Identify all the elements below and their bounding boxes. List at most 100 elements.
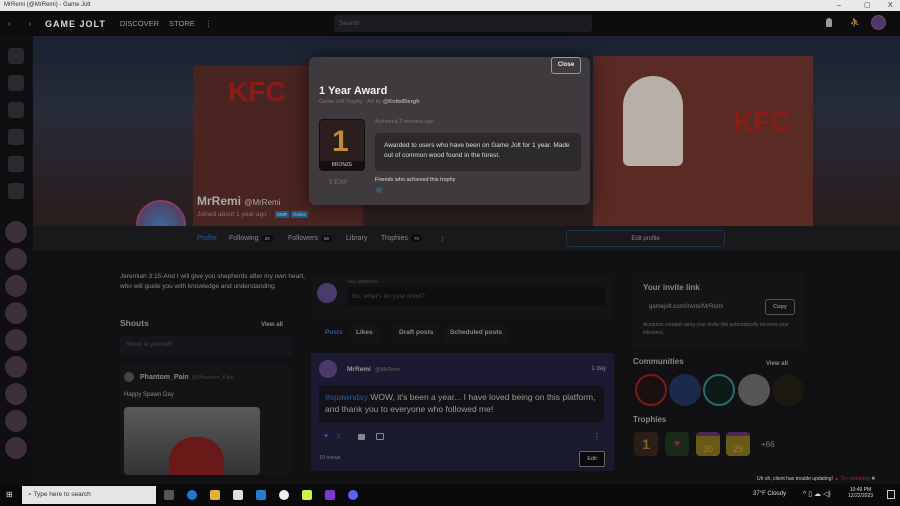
shout-author[interactable]: Phantom_Pain (140, 374, 189, 381)
invite-link-field[interactable]: gamejolt.com/invite/MrRemi (649, 304, 723, 310)
composer-avatar (317, 283, 337, 303)
gamejolt-logo[interactable]: GAME JOLT (45, 19, 106, 29)
tab-scheduled-posts[interactable]: Scheduled posts (444, 324, 509, 343)
trophy-thumb[interactable]: 1 (634, 432, 658, 456)
tab-trophies[interactable]: Trophies 70 (381, 235, 422, 242)
toast-close[interactable]: ✕ (871, 476, 875, 482)
sticker-icon[interactable] (376, 433, 384, 440)
edge-icon[interactable] (187, 490, 197, 500)
community-item[interactable] (5, 275, 27, 297)
close-modal-button[interactable]: Close (551, 57, 581, 74)
update-toast: Uh oh, client has trouble updating! ▲ Tr… (757, 476, 875, 482)
minimize-button[interactable]: – (837, 0, 841, 11)
tab-following[interactable]: Following 29 (229, 235, 273, 242)
shout-image (124, 407, 260, 475)
system-tray-icons[interactable]: ^ ▯ ☁ ◁) (803, 490, 831, 498)
community-item[interactable] (5, 437, 27, 459)
community-avatar[interactable] (635, 374, 667, 406)
post-age: 1 day (591, 366, 606, 372)
shout-input[interactable]: Shout at yourself! (120, 335, 292, 357)
tab-followers[interactable]: Followers 58 (288, 235, 332, 242)
nav-store[interactable]: STORE (169, 19, 195, 28)
stats-icon[interactable] (8, 183, 24, 199)
trophy-thumb[interactable]: 30 (696, 432, 720, 456)
community-item[interactable] (5, 356, 27, 378)
community-item[interactable] (5, 383, 27, 405)
post-author[interactable]: MrRemi (347, 366, 371, 373)
tab-profile[interactable]: Profile (197, 235, 217, 242)
art-by-label: Art by (367, 99, 382, 105)
community-item[interactable] (5, 410, 27, 432)
tab-posts[interactable]: Posts (319, 324, 349, 343)
community-item[interactable] (5, 302, 27, 324)
edit-post-button[interactable]: Edit (579, 451, 605, 467)
community-avatar[interactable] (772, 374, 804, 406)
edit-profile-button[interactable]: Edit profile (566, 230, 725, 247)
post-text: #spawnday WOW, it's been a year... I hav… (319, 385, 604, 423)
shop-icon[interactable] (8, 129, 24, 145)
clock[interactable]: 10:49 PM 12/22/2023 (848, 487, 873, 499)
trophy-tier: BRONZE (320, 161, 364, 170)
activity-icon[interactable] (8, 75, 24, 91)
nav-more[interactable]: ⋮ (205, 19, 213, 28)
invite-note: Accounts created using your invite link … (643, 322, 789, 336)
chat-icon[interactable] (8, 156, 24, 172)
search-input[interactable]: Search (334, 15, 592, 32)
invite-title: Your invite link (643, 283, 700, 292)
windows-start-icon[interactable]: ⊞ (6, 490, 13, 499)
shout-avatar[interactable] (124, 372, 134, 382)
tab-likes[interactable]: Likes (350, 324, 379, 343)
top-nav: ‹ › GAME JOLT DISCOVER STORE ⋮ Search ⛹ (0, 11, 900, 36)
discord-icon[interactable] (348, 490, 358, 500)
home-icon[interactable] (8, 48, 24, 64)
bell-icon[interactable] (826, 18, 832, 27)
task-view-icon[interactable] (164, 490, 174, 500)
taskbar-search[interactable]: ⌕ Type here to search (22, 486, 156, 504)
community-avatar[interactable] (738, 374, 770, 406)
app-icon[interactable] (325, 490, 335, 500)
community-avatar[interactable] (703, 374, 735, 406)
post-more-icon[interactable]: ⋮ (593, 432, 601, 441)
hashtag-link[interactable]: #spawnday (325, 392, 368, 402)
friend-avatar[interactable] (376, 187, 382, 193)
copy-button[interactable]: Copy (765, 299, 795, 315)
community-item[interactable] (5, 329, 27, 351)
following-count: 29 (261, 235, 273, 242)
back-button[interactable]: ‹ (8, 19, 11, 28)
user-avatar[interactable] (871, 15, 886, 30)
friends-icon[interactable]: ⛹ (850, 18, 860, 27)
post-avatar[interactable] (319, 360, 337, 378)
notifications-icon[interactable] (887, 490, 895, 499)
communities-view-all[interactable]: View all (766, 361, 788, 367)
gamejolt-taskbar-icon[interactable] (302, 490, 312, 500)
disney-icon[interactable] (279, 490, 289, 500)
trophy-thumb[interactable]: 29 (726, 432, 750, 456)
artist-link[interactable]: @KniteBlergh (383, 99, 420, 105)
trophies-more[interactable]: +66 (761, 440, 775, 449)
shouts-view-all[interactable]: View all (261, 322, 283, 328)
community-item[interactable] (5, 248, 27, 270)
profile-more-button[interactable]: ⋮ (439, 235, 446, 243)
community-item[interactable] (5, 221, 27, 243)
library-icon[interactable] (8, 102, 24, 118)
tab-library[interactable]: Library (346, 235, 367, 242)
close-window-button[interactable]: X (888, 0, 893, 11)
file-explorer-icon[interactable] (210, 490, 220, 500)
composer-input[interactable]: So, what's on your mind? (348, 287, 605, 306)
trophy-thumb[interactable]: ♥ (665, 432, 689, 456)
like-icon[interactable]: ♥ (324, 433, 328, 440)
comment-icon[interactable] (358, 434, 365, 440)
store-icon[interactable] (233, 490, 243, 500)
tab-draft-posts[interactable]: Draft posts (393, 324, 440, 343)
weather-widget[interactable]: 37°F Cloudy (753, 491, 786, 497)
left-sidebar (0, 36, 32, 486)
maximize-button[interactable]: ▢ (864, 0, 871, 11)
nav-discover[interactable]: DISCOVER (120, 19, 159, 28)
forward-button[interactable]: › (29, 19, 32, 28)
restart-link[interactable]: Try restarting (841, 476, 870, 482)
window-title: MrRemi (@MrRemi) - Game Jolt (4, 2, 91, 8)
profile-handle: @MrRemi (244, 198, 281, 207)
mail-icon[interactable] (256, 490, 266, 500)
like-count: 2 (337, 434, 341, 440)
community-avatar[interactable] (669, 374, 701, 406)
